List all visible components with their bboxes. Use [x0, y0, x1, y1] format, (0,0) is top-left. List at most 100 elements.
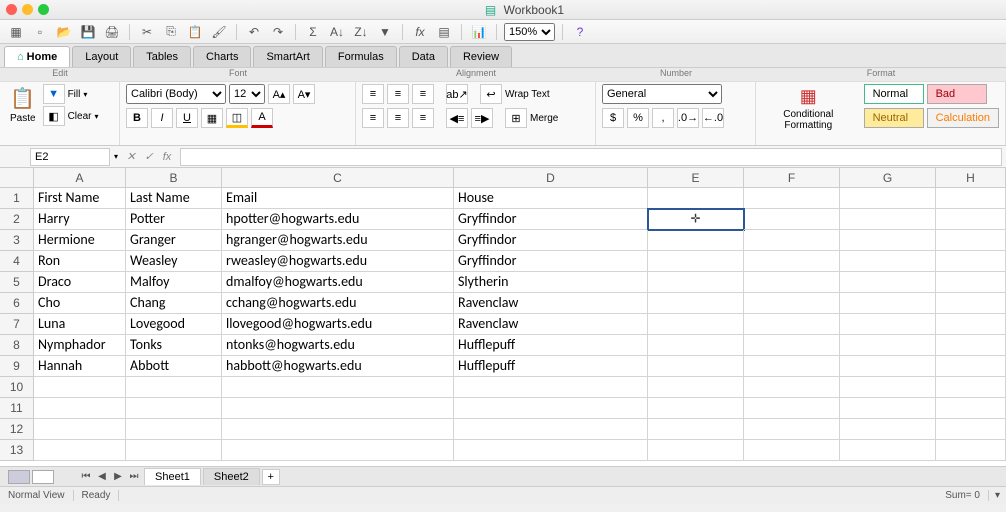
paste-button[interactable]: 📋 Paste: [6, 84, 40, 126]
font-size-select[interactable]: 12: [229, 84, 265, 104]
conditional-formatting-button[interactable]: ▦ Conditional Formatting: [762, 84, 855, 133]
merge-label[interactable]: Merge: [530, 113, 558, 124]
cell-D3[interactable]: Gryffindor: [454, 230, 648, 251]
borders-icon[interactable]: ▦: [201, 108, 223, 128]
name-box-dropdown-icon[interactable]: ▾: [110, 152, 122, 161]
eraser-icon[interactable]: ◧: [43, 106, 65, 126]
cell-A4[interactable]: Ron: [34, 251, 126, 272]
cell-C10[interactable]: [222, 377, 454, 398]
cell-A8[interactable]: Nymphador: [34, 335, 126, 356]
decrease-font-icon[interactable]: A▾: [293, 84, 315, 104]
cell-A10[interactable]: [34, 377, 126, 398]
font-name-select[interactable]: Calibri (Body): [126, 84, 226, 104]
filter-icon[interactable]: ▼: [375, 23, 395, 41]
normal-view-button[interactable]: [8, 470, 30, 484]
cell-A7[interactable]: Luna: [34, 314, 126, 335]
cell-B7[interactable]: Lovegood: [126, 314, 222, 335]
cell-H13[interactable]: [936, 440, 1006, 461]
cell-D4[interactable]: Gryffindor: [454, 251, 648, 272]
cell-E2[interactable]: ✛: [648, 209, 744, 230]
cell-C3[interactable]: hgranger@hogwarts.edu: [222, 230, 454, 251]
cell-G2[interactable]: [840, 209, 936, 230]
col-header-D[interactable]: D: [454, 168, 648, 187]
undo-icon[interactable]: ↶: [244, 23, 264, 41]
cell-G11[interactable]: [840, 398, 936, 419]
align-right-icon[interactable]: ≡: [412, 108, 434, 128]
cell-F12[interactable]: [744, 419, 840, 440]
cell-C4[interactable]: rweasley@hogwarts.edu: [222, 251, 454, 272]
style-bad[interactable]: Bad: [927, 84, 987, 104]
cell-H6[interactable]: [936, 293, 1006, 314]
cell-A12[interactable]: [34, 419, 126, 440]
cell-H12[interactable]: [936, 419, 1006, 440]
fill-down-icon[interactable]: ▼: [43, 84, 65, 104]
cell-A11[interactable]: [34, 398, 126, 419]
decrease-indent-icon[interactable]: ◀≡: [446, 108, 468, 128]
chart-icon[interactable]: 📊: [469, 23, 489, 41]
cell-A3[interactable]: Hermione: [34, 230, 126, 251]
help-icon[interactable]: ?: [570, 23, 590, 41]
row-header-12[interactable]: 12: [0, 419, 34, 440]
prev-sheet-icon[interactable]: ◀: [94, 469, 110, 485]
align-bottom-icon[interactable]: ≡: [412, 84, 434, 104]
cell-G5[interactable]: [840, 272, 936, 293]
cell-D6[interactable]: Ravenclaw: [454, 293, 648, 314]
last-sheet-icon[interactable]: ⏭: [126, 469, 142, 485]
style-normal[interactable]: Normal: [864, 84, 924, 104]
cell-H2[interactable]: [936, 209, 1006, 230]
redo-icon[interactable]: ↷: [268, 23, 288, 41]
cell-B13[interactable]: [126, 440, 222, 461]
row-header-4[interactable]: 4: [0, 251, 34, 272]
tab-data[interactable]: Data: [399, 46, 448, 67]
bold-button[interactable]: B: [126, 108, 148, 128]
tab-charts[interactable]: Charts: [193, 46, 251, 67]
style-calculation[interactable]: Calculation: [927, 108, 999, 128]
cell-E12[interactable]: [648, 419, 744, 440]
fill-label[interactable]: Fill: [68, 89, 81, 100]
cell-D5[interactable]: Slytherin: [454, 272, 648, 293]
wrap-text-icon[interactable]: ↩: [480, 84, 502, 104]
enter-icon[interactable]: ✓: [140, 148, 158, 166]
cell-C5[interactable]: dmalfoy@hogwarts.edu: [222, 272, 454, 293]
row-header-7[interactable]: 7: [0, 314, 34, 335]
excel-app-icon[interactable]: ▦: [6, 23, 26, 41]
cell-H3[interactable]: [936, 230, 1006, 251]
cell-H11[interactable]: [936, 398, 1006, 419]
cell-F11[interactable]: [744, 398, 840, 419]
style-neutral[interactable]: Neutral: [864, 108, 924, 128]
copy-icon[interactable]: ⎘: [161, 23, 181, 41]
cell-G3[interactable]: [840, 230, 936, 251]
cell-C13[interactable]: [222, 440, 454, 461]
cell-A5[interactable]: Draco: [34, 272, 126, 293]
cell-A9[interactable]: Hannah: [34, 356, 126, 377]
row-header-11[interactable]: 11: [0, 398, 34, 419]
cell-D11[interactable]: [454, 398, 648, 419]
page-layout-view-button[interactable]: [32, 470, 54, 484]
cell-E8[interactable]: [648, 335, 744, 356]
zoom-window-button[interactable]: [38, 4, 49, 15]
cell-C9[interactable]: habbott@hogwarts.edu: [222, 356, 454, 377]
tab-review[interactable]: Review: [450, 46, 512, 67]
cell-C11[interactable]: [222, 398, 454, 419]
cell-H9[interactable]: [936, 356, 1006, 377]
fx-button[interactable]: fx: [158, 148, 176, 166]
select-all-corner[interactable]: [0, 168, 34, 187]
cell-E13[interactable]: [648, 440, 744, 461]
row-header-1[interactable]: 1: [0, 188, 34, 209]
cell-G9[interactable]: [840, 356, 936, 377]
col-header-B[interactable]: B: [126, 168, 222, 187]
cell-F9[interactable]: [744, 356, 840, 377]
sheet-tab-sheet2[interactable]: Sheet2: [203, 468, 260, 485]
cell-C6[interactable]: cchang@hogwarts.edu: [222, 293, 454, 314]
increase-decimal-icon[interactable]: .0→: [677, 108, 699, 128]
font-color-icon[interactable]: A: [251, 108, 273, 128]
save-icon[interactable]: 💾: [78, 23, 98, 41]
cell-G13[interactable]: [840, 440, 936, 461]
cell-F3[interactable]: [744, 230, 840, 251]
cell-B12[interactable]: [126, 419, 222, 440]
cell-G7[interactable]: [840, 314, 936, 335]
add-sheet-button[interactable]: +: [262, 469, 280, 485]
cell-H1[interactable]: [936, 188, 1006, 209]
cell-B8[interactable]: Tonks: [126, 335, 222, 356]
row-header-6[interactable]: 6: [0, 293, 34, 314]
